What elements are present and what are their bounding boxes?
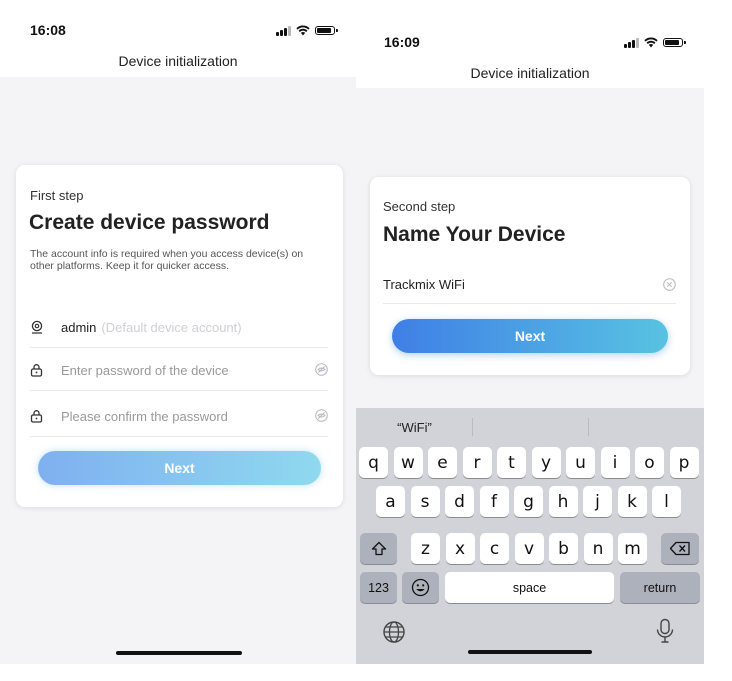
key-e[interactable]: e (428, 447, 457, 478)
key-u[interactable]: u (566, 447, 595, 478)
key-v[interactable]: v (514, 533, 544, 564)
shift-key[interactable] (360, 533, 397, 564)
key-m[interactable]: m (618, 533, 647, 564)
home-indicator (116, 651, 242, 655)
key-k[interactable]: k (617, 486, 647, 517)
key-n[interactable]: n (583, 533, 613, 564)
emoji-icon (411, 578, 430, 597)
device-name-input[interactable]: Trackmix WiFi (383, 265, 676, 304)
status-time: 16:09 (384, 34, 420, 50)
key-j[interactable]: j (583, 486, 612, 517)
key-q[interactable]: q (359, 447, 388, 478)
confirm-placeholder: Please confirm the password (61, 408, 228, 424)
space-key[interactable]: space (445, 572, 614, 603)
home-indicator (468, 650, 592, 654)
confirm-password-input[interactable]: Please confirm the password (30, 396, 328, 437)
keyboard: “WiFi” qwertyuiop asdfghjkl zxcvbnm 123 … (356, 408, 704, 664)
eye-off-icon[interactable] (315, 409, 328, 425)
device-name-card: Second step Name Your Device Trackmix Wi… (370, 177, 690, 375)
signal-icon (276, 25, 291, 36)
status-bar: 16:08 (0, 0, 356, 44)
password-card: First step Create device password The ac… (16, 165, 343, 507)
key-c[interactable]: c (480, 533, 509, 564)
key-i[interactable]: i (600, 447, 630, 478)
wifi-icon (295, 25, 310, 36)
backspace-key[interactable] (661, 533, 699, 564)
wifi-icon (643, 37, 658, 48)
key-l[interactable]: l (652, 486, 681, 517)
battery-icon (314, 26, 338, 35)
card-headline: Create device password (29, 211, 270, 234)
key-p[interactable]: p (669, 447, 699, 478)
suggestion-divider (588, 418, 589, 436)
key-g[interactable]: g (514, 486, 543, 517)
left-screen: 16:08 Device initialization First step C… (0, 0, 356, 664)
card-headline: Name Your Device (383, 223, 566, 246)
globe-icon[interactable] (382, 620, 406, 649)
status-bar: 16:09 (356, 10, 704, 56)
backspace-icon (669, 541, 690, 556)
password-placeholder: Enter password of the device (61, 362, 229, 378)
autocorrect-suggestion[interactable]: “WiFi” (356, 412, 473, 442)
signal-icon (624, 37, 639, 48)
numbers-key[interactable]: 123 (360, 572, 397, 603)
step-label: Second step (383, 199, 456, 214)
shift-icon (371, 541, 386, 556)
clear-icon[interactable] (663, 278, 676, 294)
account-hint: (Default device account) (101, 319, 242, 335)
page-title: Device initialization (470, 65, 590, 81)
password-input[interactable]: Enter password of the device (30, 350, 328, 391)
key-w[interactable]: w (393, 447, 423, 478)
key-a[interactable]: a (376, 486, 405, 517)
key-t[interactable]: t (497, 447, 526, 478)
emoji-key[interactable] (402, 572, 439, 603)
key-y[interactable]: y (531, 447, 561, 478)
card-description: The account info is required when you ac… (30, 248, 304, 272)
key-o[interactable]: o (635, 447, 664, 478)
suggestion-divider (472, 418, 473, 436)
key-x[interactable]: x (445, 533, 475, 564)
key-d[interactable]: d (445, 486, 474, 517)
device-name-value: Trackmix WiFi (383, 276, 465, 292)
key-h[interactable]: h (548, 486, 578, 517)
step-label: First step (30, 188, 84, 203)
right-screen: 16:09 Device initialization Second step … (356, 10, 704, 664)
eye-off-icon[interactable] (315, 363, 328, 379)
page-title: Device initialization (118, 53, 238, 69)
key-f[interactable]: f (479, 486, 509, 517)
lock-icon (30, 408, 52, 424)
microphone-icon[interactable] (655, 618, 675, 649)
nav-bar: Device initialization (0, 44, 356, 77)
key-s[interactable]: s (410, 486, 440, 517)
key-z[interactable]: z (411, 533, 440, 564)
battery-icon (662, 38, 686, 47)
next-button[interactable]: Next (392, 319, 668, 353)
account-value: admin (61, 319, 97, 335)
key-r[interactable]: r (462, 447, 492, 478)
nav-bar: Device initialization (356, 56, 704, 88)
user-icon (30, 319, 52, 335)
next-button[interactable]: Next (38, 451, 321, 485)
return-key[interactable]: return (620, 572, 700, 603)
key-b[interactable]: b (549, 533, 578, 564)
status-icons (624, 37, 686, 48)
lock-icon (30, 362, 52, 378)
status-icons (276, 25, 338, 36)
account-field: admin (Default device account) (30, 307, 328, 348)
status-time: 16:08 (30, 22, 66, 38)
